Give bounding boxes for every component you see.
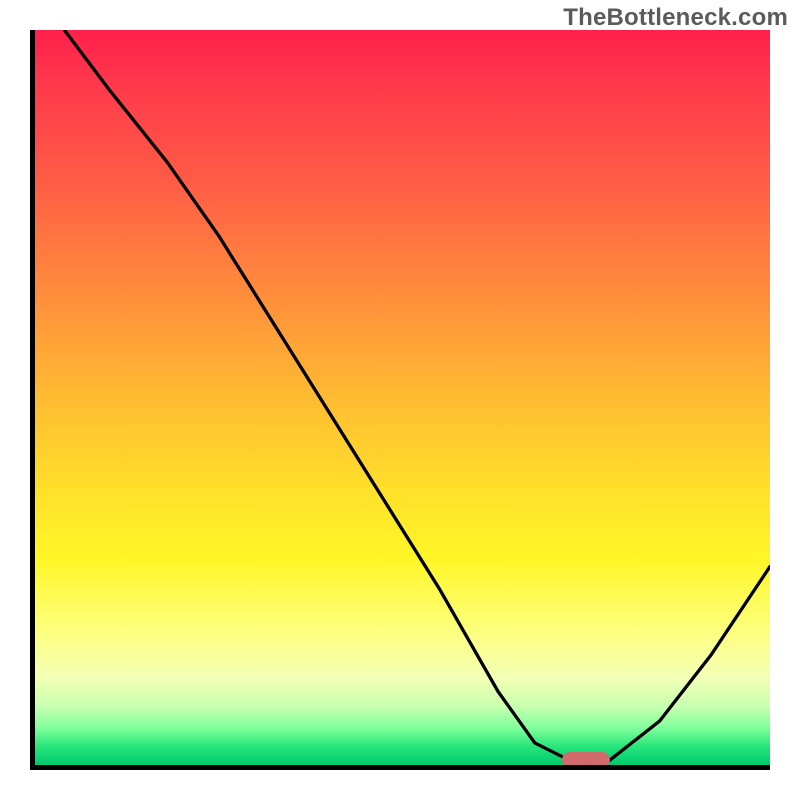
bottleneck-curve	[35, 30, 770, 765]
curve-path	[64, 30, 770, 761]
plot-area	[30, 30, 770, 770]
watermark-label: TheBottleneck.com	[563, 4, 788, 32]
optimal-marker	[562, 752, 610, 768]
chart-container: TheBottleneck.com	[0, 0, 800, 800]
